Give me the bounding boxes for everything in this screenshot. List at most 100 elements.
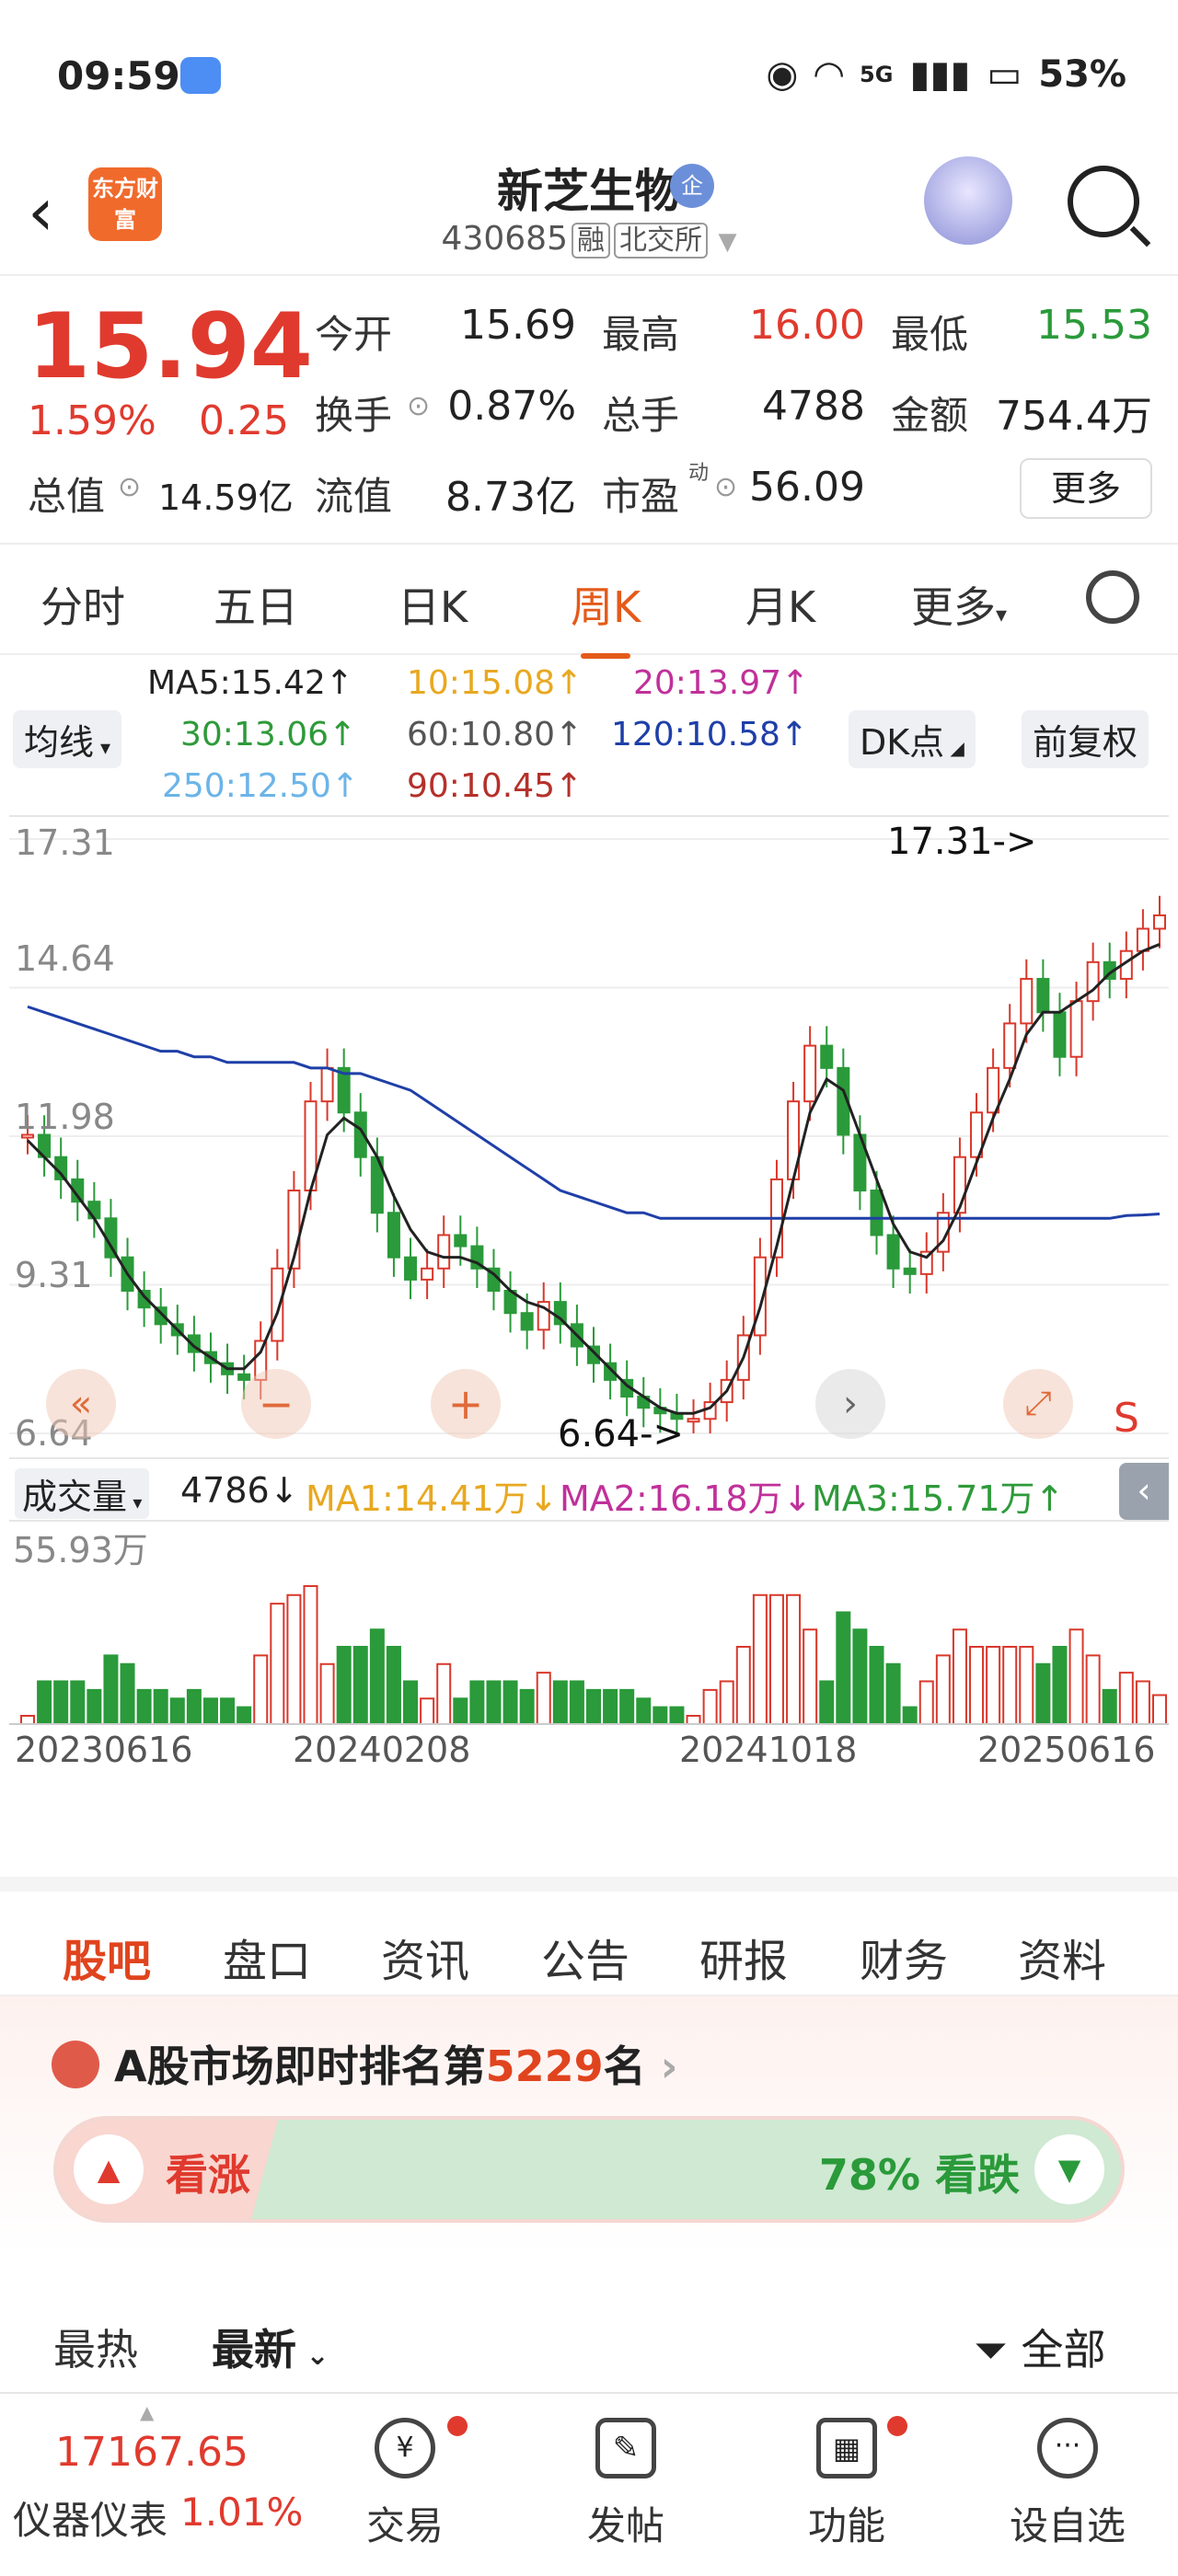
vol-ma3: MA3:15.71万↑ [812, 1478, 1065, 1519]
last-price: 15.94 [28, 294, 313, 399]
change-percent: 1.59% [28, 397, 156, 444]
tab-announcements[interactable]: 公告 [541, 1925, 629, 1989]
index-value[interactable]: 17167.65 [55, 2429, 248, 2476]
volume-bar [270, 1603, 285, 1725]
nav-functions[interactable]: ▦ 功能 [773, 2418, 920, 2551]
tab-research[interactable]: 研报 [699, 1925, 788, 1989]
tab-intraday[interactable]: 分时 [40, 574, 125, 635]
assistant-robot-icon[interactable] [924, 156, 1012, 245]
adjust-button[interactable]: 前复权 [1022, 710, 1149, 768]
info-icon[interactable]: ⊙ [118, 471, 141, 503]
more-quote-button[interactable]: 更多 [1020, 458, 1152, 519]
caret-down-icon: ▾ [127, 1491, 143, 1513]
dropdown-icon[interactable]: ▼ [718, 228, 736, 256]
volume-bar [502, 1680, 518, 1725]
expand-up-icon[interactable]: ▲ [140, 2401, 154, 2423]
volume-bar [719, 1680, 734, 1725]
zoom-out-icon[interactable]: − [241, 1369, 311, 1439]
ma120-value: 120:10.58↑ [611, 716, 809, 753]
volume-bar [169, 1697, 185, 1725]
volume-bar [586, 1688, 601, 1725]
volume-bar [1102, 1688, 1117, 1725]
tab-daily-k[interactable]: 日K [398, 574, 468, 635]
sentiment-vote-bar: ▲ 看涨 78% 看跌 ▼ [53, 2116, 1125, 2223]
vote-up-button[interactable]: ▲ [74, 2134, 144, 2204]
nav-functions-label: 功能 [807, 2503, 885, 2548]
volume-bar [536, 1672, 551, 1725]
candle-body [237, 1373, 251, 1381]
tab-more-periods[interactable]: 更多▾ [911, 574, 1007, 635]
volume-bar [369, 1628, 385, 1725]
tab-profile[interactable]: 资料 [1018, 1925, 1106, 1989]
tab-news[interactable]: 资讯 [381, 1925, 469, 1989]
indicator-select[interactable]: 均线 ▾ [13, 710, 122, 768]
filter-icon: ⏷ [974, 2325, 1008, 2375]
volume-bar [519, 1688, 535, 1725]
search-icon[interactable] [1068, 166, 1139, 237]
volume-bar [70, 1680, 86, 1725]
volume-indicator-select[interactable]: 成交量 ▾ [15, 1468, 150, 1519]
info-icon[interactable]: ⊙ [714, 471, 737, 503]
candle-body [1053, 1011, 1067, 1058]
float-label: 流值 [315, 474, 393, 519]
chevron-right-icon: › [645, 2041, 678, 2091]
volume-bar [918, 1680, 934, 1725]
volume-bar [1085, 1654, 1101, 1725]
nav-post-label: 发帖 [586, 2503, 664, 2548]
collapse-panel-icon[interactable]: ‹ [1119, 1463, 1169, 1520]
low-label: 最低 [891, 312, 969, 357]
candle-body [404, 1256, 418, 1281]
candle-body [903, 1267, 917, 1275]
eye-icon: ◉ [766, 53, 799, 96]
tab-weekly-k[interactable]: 周K [571, 574, 641, 659]
gear-icon[interactable] [1086, 570, 1139, 624]
high-value: 16.00 [749, 302, 865, 349]
tab-five-day[interactable]: 五日 [214, 574, 298, 635]
volume-bar [552, 1680, 568, 1725]
candle-body [687, 1418, 700, 1423]
volume-chart[interactable]: 55.93万 20230616 20240208 20241018 202506… [9, 1522, 1169, 1788]
volume-bar [1019, 1646, 1034, 1725]
vote-down-button[interactable]: ▼ [1034, 2134, 1104, 2204]
float-value: 8.73亿 [445, 474, 576, 521]
change-amount: 0.25 [199, 397, 289, 444]
enterprise-badge-icon: 企 [670, 164, 714, 208]
market-rank[interactable]: A股市场即时排名第5229名 › [114, 2033, 678, 2094]
tab-monthly-k[interactable]: 月K [745, 574, 815, 635]
y-tick-top: 17.31 [15, 822, 115, 863]
index-name: 仪器仪表 [13, 2498, 168, 2543]
nav-post[interactable]: ✎ 发帖 [552, 2418, 699, 2551]
kline-chart[interactable]: 17.31 14.64 11.98 9.31 6.64 17.31-> 6.64… [9, 815, 1169, 1459]
sort-latest[interactable]: 最新 ⌄ [212, 2317, 329, 2377]
scroll-right-icon[interactable]: › [815, 1369, 885, 1439]
zoom-in-icon[interactable]: + [431, 1369, 501, 1439]
filter-all[interactable]: ⏷ 全部 [974, 2317, 1105, 2377]
sort-hot[interactable]: 最热 [53, 2317, 138, 2377]
wifi-icon: ◠ [814, 53, 843, 96]
dk-point-button[interactable]: DK点 ◢ [849, 710, 976, 768]
nav-watchlist[interactable]: ··· 设自选 [994, 2418, 1141, 2551]
volume-bar [469, 1680, 485, 1725]
scroll-left-icon[interactable]: « [46, 1369, 116, 1439]
info-icon[interactable]: ⊙ [407, 390, 430, 422]
tab-orderbook[interactable]: 盘口 [223, 1925, 311, 1989]
volume-bar [486, 1680, 502, 1725]
volume-bar [952, 1628, 967, 1725]
y-tick-3: 11.98 [15, 1097, 115, 1137]
candle-body [520, 1312, 534, 1331]
ma90-value: 90:10.45↑ [407, 767, 583, 805]
fullscreen-icon[interactable]: ⤢ [1003, 1369, 1073, 1439]
min-price-marker: 6.64-> [558, 1413, 685, 1455]
candle-body [1003, 1022, 1017, 1069]
volume-bar [569, 1680, 584, 1725]
volume-bar [386, 1646, 401, 1725]
period-tabs: 分时 五日 日K 周K 月K 更多▾ [0, 546, 1178, 659]
nav-trade-label: 交易 [365, 2503, 444, 2548]
volume-bar [286, 1593, 302, 1725]
candle-body [820, 1044, 834, 1069]
vol-ma2: MA2:16.18万↓ [560, 1478, 813, 1519]
nav-trade[interactable]: ¥ 交易 [331, 2418, 479, 2551]
tab-forum[interactable]: 股吧 [63, 1925, 152, 2017]
bullish-label: 看涨 [166, 2150, 250, 2200]
tab-finance[interactable]: 财务 [860, 1925, 948, 1989]
